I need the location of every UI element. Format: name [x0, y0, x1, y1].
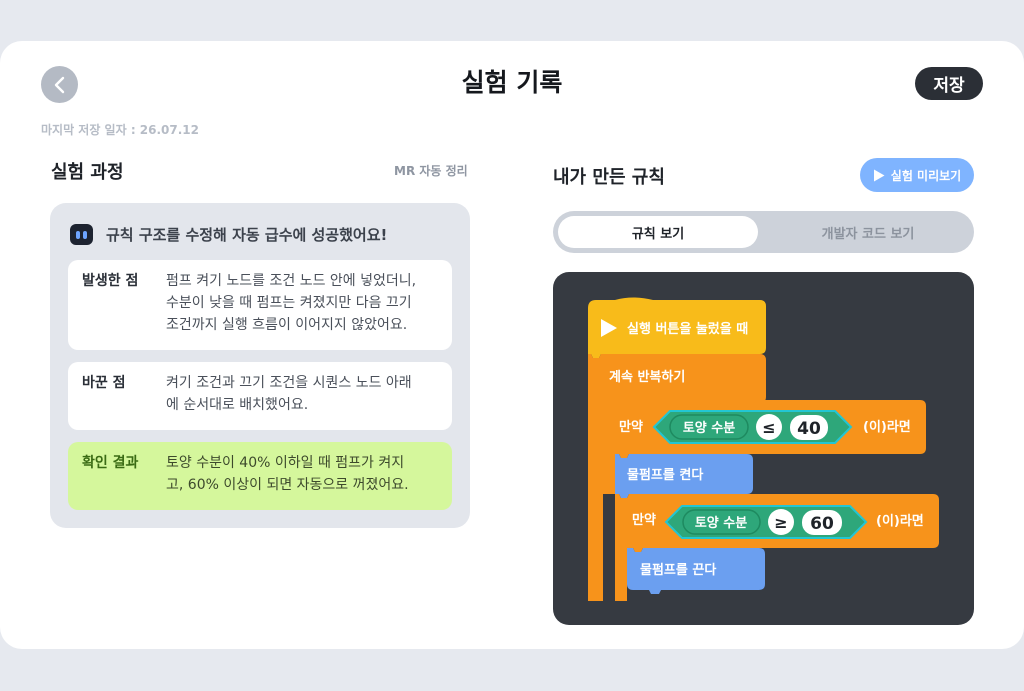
change-label: 바꾼 점: [82, 375, 126, 391]
view-tabs: 규칙 보기 개발자 코드 보기: [553, 211, 974, 253]
block-code-area: 실행 버튼을 눌렀을 때 계속 반복하기 만약 토양 수분 ≤ 40 (이)라면…: [553, 272, 974, 625]
if1-prefix: 만약: [619, 419, 643, 435]
mr-auto-summary-link[interactable]: MR 자동 정리: [394, 162, 468, 179]
if1-sensor: 토양 수분: [683, 421, 735, 436]
start-block[interactable]: 실행 버튼을 눌렀을 때: [588, 297, 766, 359]
action-block-2[interactable]: 물펌프를 끈다: [627, 548, 765, 594]
if1-value[interactable]: 40: [797, 419, 821, 439]
preview-button[interactable]: 실험 미리보기: [860, 158, 974, 192]
if2-operator: ≥: [774, 513, 787, 532]
change-text: 켜기 조건과 끄기 조건을 시퀀스 노드 아래 에 순서대로 배치했어요.: [166, 375, 412, 413]
issue-label: 발생한 점: [82, 273, 139, 289]
robot-icon: [70, 224, 93, 245]
my-rules-title: 내가 만든 규칙: [553, 167, 665, 188]
result-label: 확인 결과: [82, 455, 139, 471]
if2-sensor: 토양 수분: [695, 516, 747, 531]
preview-label: 실험 미리보기: [890, 168, 962, 183]
loop-block-label: 계속 반복하기: [609, 369, 685, 385]
save-button[interactable]: 저장: [915, 67, 983, 100]
if1-suffix: (이)라면: [863, 419, 911, 435]
play-icon: [873, 169, 885, 181]
last-saved-date: 마지막 저장 일자 : 26.07.12: [41, 123, 200, 137]
result-card: 확인 결과 토양 수분이 40% 이하일 때 펌프가 켜지 고, 60% 이상이…: [68, 442, 452, 510]
tab-rule-view[interactable]: 규칙 보기: [558, 216, 758, 248]
if2-suffix: (이)라면: [876, 513, 924, 529]
page-title: 실험 기록: [461, 68, 563, 97]
if2-value[interactable]: 60: [810, 514, 834, 534]
experiment-process-title: 실험 과정: [51, 162, 124, 183]
if2-prefix: 만약: [632, 512, 656, 528]
issue-text: 펌프 켜기 노드를 조건 노드 안에 넣었더니, 수분이 낮을 때 펌프는 켜졌…: [166, 273, 417, 333]
if1-operator: ≤: [762, 418, 775, 437]
block-canvas: 실행 버튼을 눌렀을 때 계속 반복하기 만약 토양 수분 ≤ 40 (이)라면…: [588, 297, 939, 601]
summary-text: 규칙 구조를 수정해 자동 급수에 성공했어요!: [106, 226, 388, 244]
issue-card: 발생한 점 펌프 켜기 노드를 조건 노드 안에 넣었더니, 수분이 낮을 때 …: [68, 260, 452, 350]
change-card: 바꾼 점 켜기 조건과 끄기 조건을 시퀀스 노드 아래 에 순서대로 배치했어…: [68, 362, 452, 430]
action1-label: 물펌프를 켠다: [627, 467, 703, 483]
start-block-label: 실행 버튼을 눌렀을 때: [627, 321, 748, 337]
action2-label: 물펌프를 끈다: [640, 562, 716, 578]
tab-developer-code[interactable]: 개발자 코드 보기: [768, 216, 968, 248]
action-block-1[interactable]: 물펌프를 켠다: [615, 454, 753, 498]
result-text: 토양 수분이 40% 이하일 때 펌프가 켜지 고, 60% 이상이 되면 자동…: [166, 455, 409, 493]
